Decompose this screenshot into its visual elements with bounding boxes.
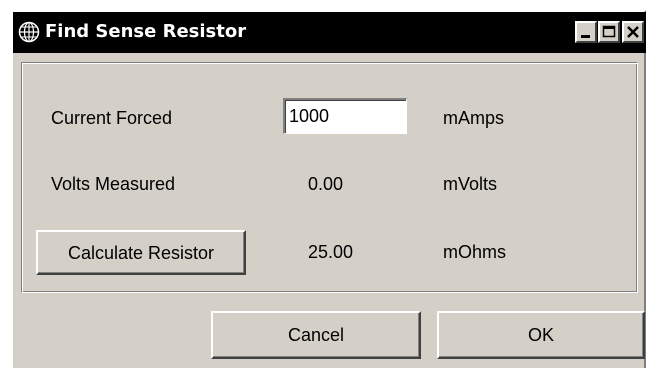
current-forced-label: Current Forced <box>51 108 173 128</box>
cancel-button[interactable]: Cancel <box>211 311 421 359</box>
maximize-icon <box>602 25 616 38</box>
volts-measured-value: 0.00 <box>308 174 344 194</box>
current-forced-input[interactable] <box>289 105 399 127</box>
minimize-button[interactable] <box>575 21 597 43</box>
current-forced-field[interactable] <box>283 98 407 134</box>
minimize-icon <box>581 35 590 38</box>
current-forced-unit: mAmps <box>443 108 505 128</box>
resistor-unit: mOhms <box>443 242 506 262</box>
ok-button[interactable]: OK <box>437 311 645 359</box>
find-sense-resistor-dialog: Find Sense Resistor Current Forced mAmps… <box>11 10 646 368</box>
resistor-value: 25.00 <box>308 242 354 262</box>
volts-measured-unit: mVolts <box>443 174 498 194</box>
close-button[interactable] <box>622 21 644 43</box>
title-bar[interactable]: Find Sense Resistor <box>13 12 646 53</box>
maximize-button[interactable] <box>598 21 620 43</box>
window-title: Find Sense Resistor <box>45 21 247 42</box>
volts-measured-label: Volts Measured <box>51 174 176 194</box>
app-globe-icon <box>18 21 40 43</box>
calculate-resistor-button[interactable]: Calculate Resistor <box>36 230 246 275</box>
close-icon <box>627 26 639 38</box>
